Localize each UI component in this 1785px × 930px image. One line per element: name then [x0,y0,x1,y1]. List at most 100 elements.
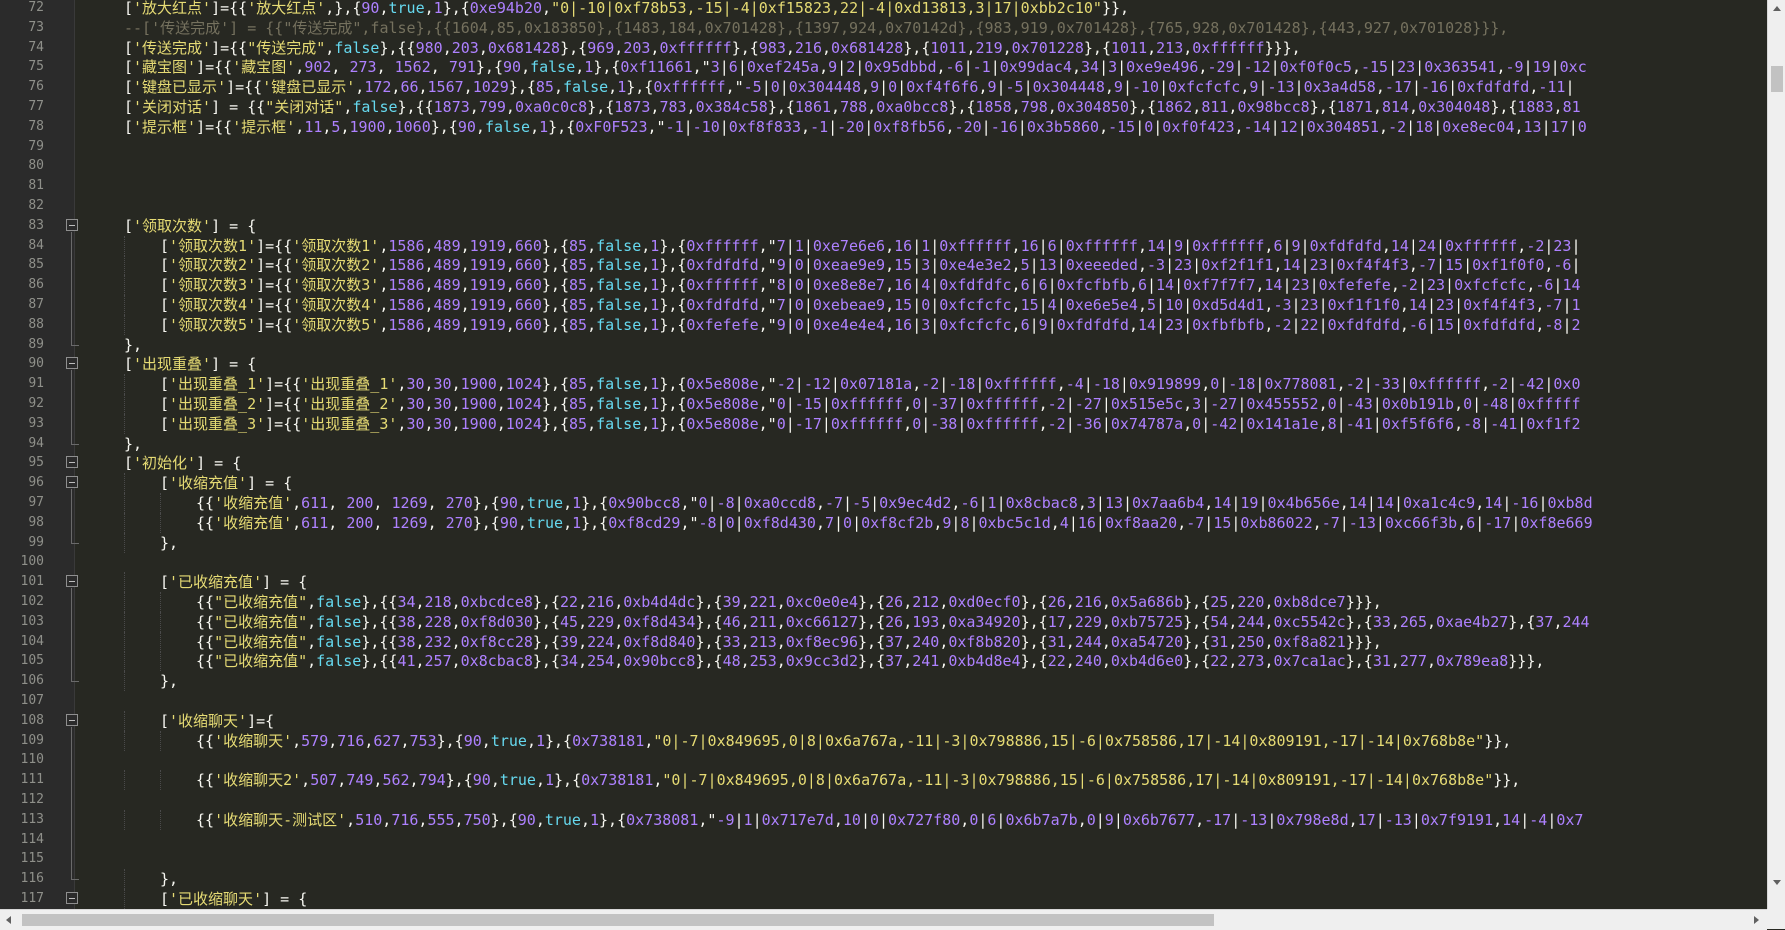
code-line[interactable]: 95 ['初始化'] = { [0,453,1767,473]
code-text[interactable]: {{'收缩充值',611, 200, 1269, 270},{90,true,1… [196,493,1593,513]
code-text[interactable]: ['传送完成']={{"传送完成",false},{{980,203,0x681… [124,38,1301,58]
code-text[interactable]: }, [124,434,142,454]
code-line[interactable]: 116}, [0,726,1767,890]
code-line[interactable]: 86 ['领取次数3']={{'领取次数3',1586,489,1919,660}… [0,275,1767,296]
code-line[interactable]: 108 ['收缩聊天']={ [0,710,1767,731]
code-line[interactable]: 82 [0,196,1767,216]
code-line[interactable]: 83 ['领取次数'] = { [0,216,1767,236]
scroll-right-arrow-icon[interactable] [1754,916,1759,924]
line-number: 89 [28,336,44,352]
code-line[interactable]: 113 {{'收缩聊天-测试区',510,716,555,750},{90,tru… [0,809,1767,830]
code-text[interactable]: ['关闭对话'] = {{"关闭对话",false},{{1873,799,0x… [124,97,1581,117]
code-line[interactable]: 93 ['出现重叠_3']={{'出现重叠_3',30,30,1900,1024}… [0,413,1767,434]
code-line[interactable]: 73 --['传送完成'] = {{"传送完成",false},{{1604,85… [0,18,1767,38]
code-text[interactable]: }, [124,335,142,355]
vertical-scroll-thumb[interactable] [1771,66,1783,92]
code-text[interactable]: ['键盘已显示']={{'键盘已显示',172,66,1567,1029},{8… [124,77,1575,97]
code-line[interactable]: 96 ['收缩充值'] = { [0,473,1767,494]
code-text[interactable]: ['领取次数5']={{'领取次数5',1586,489,1919,660},{… [160,315,1581,335]
horizontal-scrollbar[interactable] [0,909,1767,930]
code-text[interactable]: --['传送完成'] = {{"传送完成",false},{{1604,85,0… [124,18,1508,38]
code-text[interactable]: {{'收缩聊天2',507,749,562,794},{90,true,1},{… [196,770,1520,790]
code-line[interactable]: 105 {{"已收缩充值",false},{{41,257,0x8cbac8},{… [0,651,1767,672]
code-text[interactable]: {{"已收缩充值",false},{{38,232,0xf8cc28},{39,… [196,632,1382,652]
code-line[interactable]: 100 [0,552,1767,572]
code-line[interactable]: 84 ['领取次数1']={{'领取次数1',1586,489,1919,660}… [0,235,1767,256]
code-text[interactable]: ['提示框']={{'提示框',11,5,1900,1060},{90,fals… [124,117,1587,137]
fold-toggle-icon[interactable] [66,575,78,588]
code-line[interactable]: 76 ['键盘已显示']={{'键盘已显示',172,66,1567,1029},… [0,77,1767,97]
code-line[interactable]: 90 ['出现重叠'] = { [0,354,1767,374]
code-text[interactable]: ['出现重叠_3']={{'出现重叠_3',30,30,1900,1024},{… [160,414,1581,434]
scroll-up-arrow-icon[interactable] [1773,6,1781,11]
code-line[interactable]: 80 [0,156,1767,176]
code-line[interactable]: 99}, [0,489,1767,553]
code-text[interactable]: }, [160,671,178,691]
code-line[interactable]: 110 [0,750,1767,770]
indent-guide [124,730,125,751]
code-editor[interactable]: 72 ['放大红点']={{'放大红点',},{90,true,1},{0xe94… [0,0,1767,909]
code-text[interactable]: ['领取次数1']={{'领取次数1',1586,489,1919,660},{… [160,236,1581,256]
scroll-down-arrow-icon[interactable] [1773,880,1781,885]
fold-toggle-icon[interactable] [66,892,78,904]
code-line[interactable]: 106}, [0,588,1767,692]
code-line[interactable]: 87 ['领取次数4']={{'领取次数4',1586,489,1919,660}… [0,295,1767,315]
code-line[interactable]: 85 ['领取次数2']={{'领取次数2',1586,489,1919,660}… [0,255,1767,276]
code-line[interactable]: 104 {{"已收缩充值",false},{{38,232,0xf8cc28},{… [0,631,1767,652]
code-text[interactable]: ['领取次数3']={{'领取次数3',1586,489,1919,660},{… [160,275,1581,295]
code-text[interactable]: ['已收缩聊天'] = { [160,889,307,909]
code-line[interactable]: 112 [0,790,1767,810]
code-text[interactable]: ['已收缩充值'] = { [160,572,307,592]
code-text[interactable]: }, [160,533,178,553]
code-text[interactable]: ['领取次数2']={{'领取次数2',1586,489,1919,660},{… [160,255,1581,275]
code-line[interactable]: 81 [0,176,1767,196]
code-line[interactable]: 72 ['放大红点']={{'放大红点',},{90,true,1},{0xe94… [0,0,1767,18]
code-line[interactable]: 111 {{'收缩聊天2',507,749,562,794},{90,true,1… [0,770,1767,791]
code-line[interactable]: 115 [0,849,1767,869]
code-line[interactable]: 102 {{"已收缩充值",false},{{34,218,0xbcdce8},{… [0,592,1767,612]
fold-toggle-icon[interactable] [66,456,78,469]
code-line[interactable]: 92 ['出现重叠_2']={{'出现重叠_2',30,30,1900,1024}… [0,394,1767,414]
fold-toggle-icon[interactable] [66,357,78,370]
code-text[interactable]: {{'收缩聊天',579,716,627,753},{90,true,1},{0… [196,731,1511,751]
code-line[interactable]: 77 ['关闭对话'] = {{"关闭对话",false},{{1873,799,… [0,97,1767,117]
code-line[interactable]: 98 {{'收缩充值',611, 200, 1269, 270},{90,true… [0,512,1767,533]
code-line[interactable]: 91 ['出现重叠_1']={{'出现重叠_1',30,30,1900,1024}… [0,374,1767,395]
fold-toggle-icon[interactable] [66,476,78,489]
code-line[interactable]: 97 {{'收缩充值',611, 200, 1269, 270},{90,true… [0,493,1767,513]
code-line[interactable]: 109 {{'收缩聊天',579,716,627,753},{90,true,1}… [0,730,1767,751]
code-line[interactable]: 107 [0,691,1767,711]
code-text[interactable]: {{'收缩聊天-测试区',510,716,555,750},{90,true,1… [196,810,1583,830]
code-line[interactable]: 103 {{"已收缩充值",false},{{38,228,0xf8d030},{… [0,611,1767,632]
code-line[interactable]: 79 [0,137,1767,157]
code-text[interactable]: ['领取次数'] = { [124,216,256,236]
code-line[interactable]: 114 [0,830,1767,850]
code-text[interactable]: ['收缩聊天']={ [160,711,274,731]
code-text[interactable]: ['出现重叠_2']={{'出现重叠_2',30,30,1900,1024},{… [160,394,1581,414]
code-text[interactable]: {{'收缩充值',611, 200, 1269, 270},{90,true,1… [196,513,1593,533]
code-line[interactable]: 88 ['领取次数5']={{'领取次数5',1586,489,1919,660}… [0,314,1767,335]
code-line[interactable]: 75 ['藏宝图']={{'藏宝图',902, 273, 1562, 791},{… [0,57,1767,77]
code-text[interactable]: ['初始化'] = { [124,453,241,473]
code-text[interactable]: {{"已收缩充值",false},{{38,228,0xf8d030},{45,… [196,612,1590,632]
horizontal-scroll-thumb[interactable] [22,914,1214,926]
code-line[interactable]: 78 ['提示框']={{'提示框',11,5,1900,1060},{90,fa… [0,117,1767,137]
code-line[interactable]: 101 ['已收缩充值'] = { [0,572,1767,593]
scroll-left-arrow-icon[interactable] [6,916,11,924]
code-line[interactable]: 89}, [0,231,1767,355]
code-text[interactable]: ['放大红点']={{'放大红点',},{90,true,1},{0xe94b2… [124,0,1129,18]
code-text[interactable]: ['出现重叠_1']={{'出现重叠_1',30,30,1900,1024},{… [160,374,1581,394]
code-text[interactable]: ['领取次数4']={{'领取次数4',1586,489,1919,660},{… [160,295,1581,315]
fold-toggle-icon[interactable] [66,218,78,231]
code-text[interactable]: {{"已收缩充值",false},{{41,257,0x8cbac8},{34,… [196,651,1544,671]
vertical-scrollbar[interactable] [1767,0,1785,909]
code-text[interactable]: ['收缩充值'] = { [160,473,292,493]
fold-toggle-icon[interactable] [66,713,78,726]
code-text[interactable]: ['藏宝图']={{'藏宝图',902, 273, 1562, 791},{90… [124,57,1587,77]
code-text[interactable]: {{"已收缩充值",false},{{34,218,0xbcdce8},{22,… [196,592,1382,612]
code-text[interactable]: ['出现重叠'] = { [124,354,256,374]
code-text[interactable]: }, [160,869,178,889]
code-line[interactable]: 94}, [0,370,1767,454]
code-line[interactable]: 74 ['传送完成']={{"传送完成",false},{{980,203,0x6… [0,38,1767,58]
code-line[interactable]: 117 ['已收缩聊天'] = { [0,889,1767,909]
